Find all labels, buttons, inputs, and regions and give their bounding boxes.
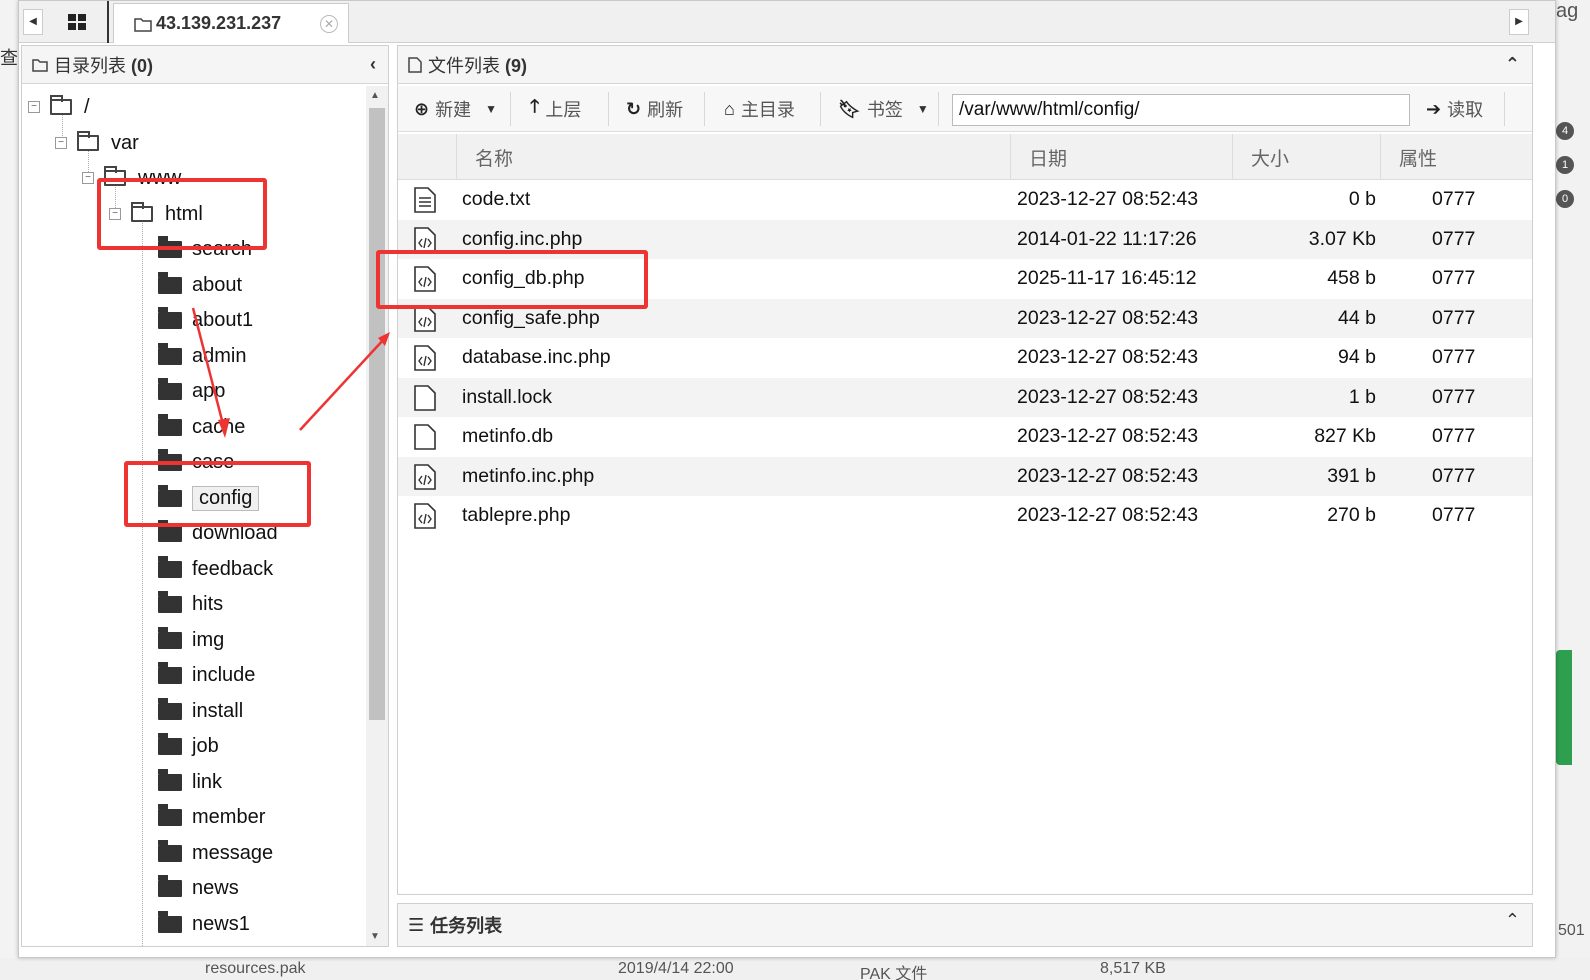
annotation-arrows	[191, 307, 390, 438]
annotation-arrowhead	[218, 418, 230, 438]
annotation-arrow-line	[299, 337, 386, 431]
annotation-arrow-line	[191, 307, 226, 429]
